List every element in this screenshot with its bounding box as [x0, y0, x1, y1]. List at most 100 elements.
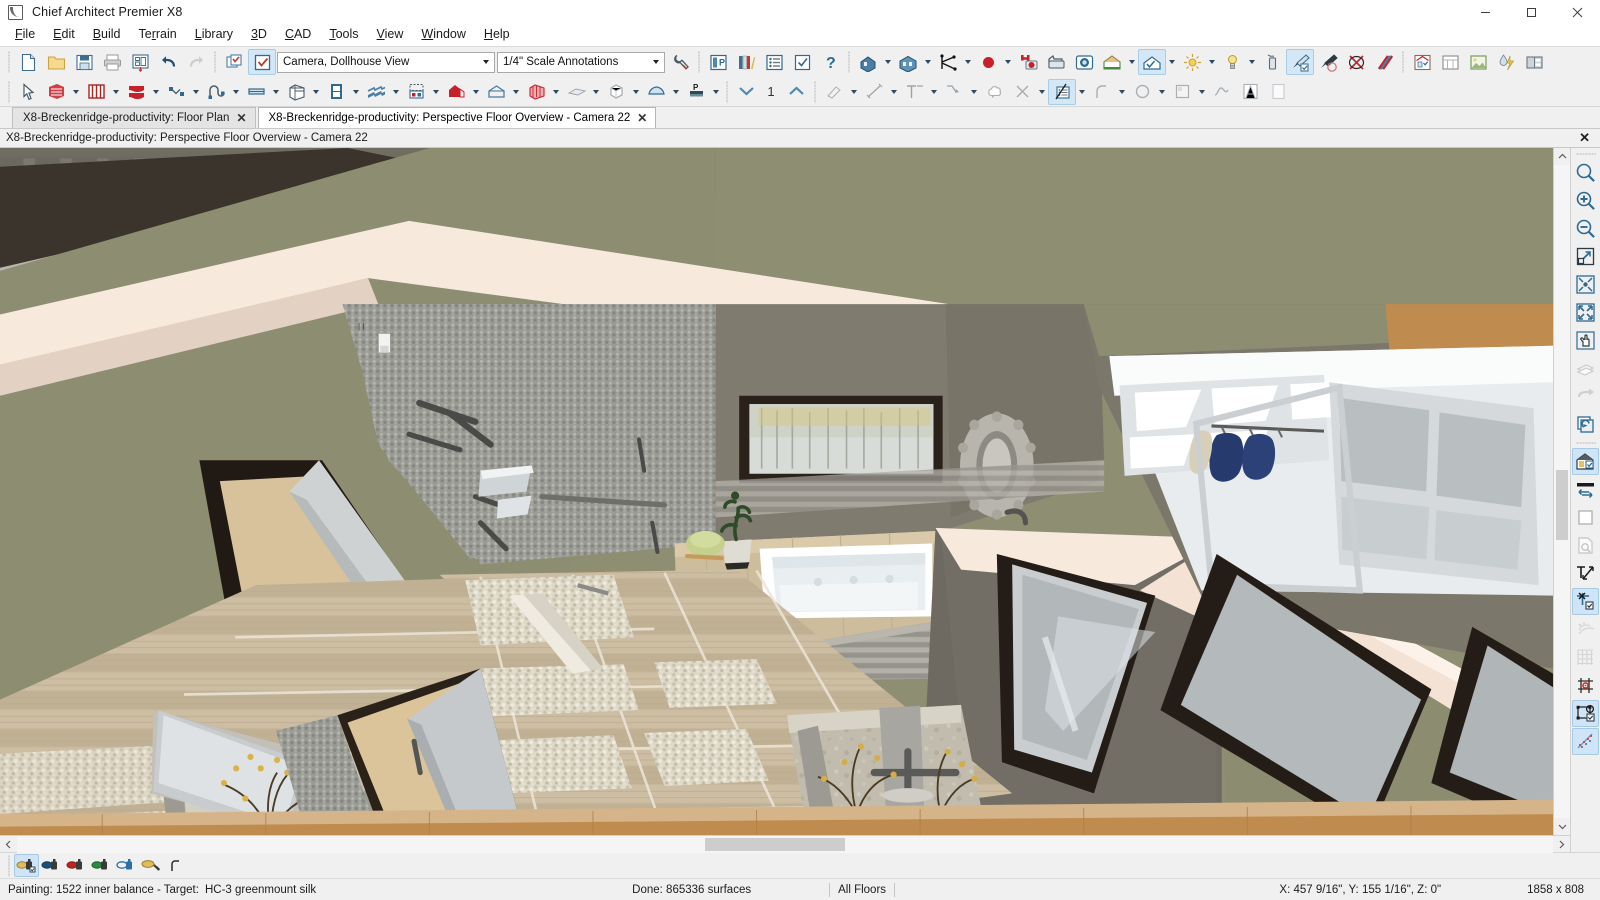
3d-viewport[interactable]: | |: [0, 148, 1553, 835]
arc-button[interactable]: [1088, 79, 1116, 105]
perspective-overview-button[interactable]: [1138, 49, 1166, 75]
reference-display-button[interactable]: [1572, 588, 1599, 615]
color-toggle-button[interactable]: [1572, 504, 1599, 531]
material-list-button[interactable]: [760, 49, 788, 75]
dimension-button[interactable]: [860, 79, 888, 105]
plot-line-button[interactable]: [164, 854, 189, 877]
reverse-plan-button[interactable]: [1572, 476, 1599, 503]
menu-tools[interactable]: Tools: [320, 24, 367, 46]
foundation-button[interactable]: [482, 79, 510, 105]
layout-button[interactable]: [1236, 79, 1264, 105]
open-plan-button[interactable]: [42, 49, 70, 75]
porch-dropdown[interactable]: [670, 79, 682, 105]
porch-button[interactable]: [642, 79, 670, 105]
material-painter-button[interactable]: [1286, 49, 1314, 75]
cad-detail-dropdown[interactable]: [1076, 79, 1088, 105]
door-tools-dropdown[interactable]: [350, 79, 362, 105]
angle-snaps-button[interactable]: [1572, 672, 1599, 699]
cabinet-tools-dropdown[interactable]: [310, 79, 322, 105]
railing-tools-dropdown[interactable]: [150, 79, 162, 105]
menu-terrain[interactable]: Terrain: [130, 24, 186, 46]
circle-button[interactable]: [1128, 79, 1156, 105]
window-panel-button[interactable]: [1520, 49, 1548, 75]
print-preview-button[interactable]: [126, 49, 154, 75]
menu-library[interactable]: Library: [186, 24, 242, 46]
full-camera-button[interactable]: [854, 49, 882, 75]
lighting-dropdown[interactable]: [1246, 49, 1258, 75]
floor-overview-dropdown[interactable]: [922, 49, 934, 75]
electrical-dropdown[interactable]: [190, 79, 202, 105]
full-camera-dropdown[interactable]: [882, 49, 894, 75]
active-layer-display-button[interactable]: [220, 49, 248, 75]
trace-reference-button[interactable]: [1572, 616, 1599, 643]
terrain-image-button[interactable]: [1464, 49, 1492, 75]
refresh-display-button[interactable]: [1572, 411, 1599, 438]
sun-angle-dropdown[interactable]: [1206, 49, 1218, 75]
scroll-left-button[interactable]: [0, 836, 17, 853]
weather-button[interactable]: [1492, 49, 1520, 75]
layout-page-button[interactable]: [1264, 79, 1292, 105]
viewport-vertical-scrollbar[interactable]: [1553, 148, 1570, 835]
project-browser-button[interactable]: P: [704, 49, 732, 75]
new-plan-button[interactable]: [14, 49, 42, 75]
backdrop-button[interactable]: [1436, 49, 1464, 75]
check-list-button[interactable]: [788, 49, 816, 75]
menu-cad[interactable]: CAD: [276, 24, 320, 46]
spray-can-button[interactable]: [1258, 49, 1286, 75]
vertical-scroll-thumb[interactable]: [1556, 470, 1568, 540]
text-scale-button[interactable]: [1572, 560, 1599, 587]
minimize-button[interactable]: [1462, 0, 1508, 24]
floor-down-button[interactable]: [732, 79, 760, 105]
record-walkthrough-button[interactable]: [974, 49, 1002, 75]
room-tools-button[interactable]: [42, 79, 70, 105]
dimension-dropdown[interactable]: [888, 79, 900, 105]
menu-help[interactable]: Help: [475, 24, 519, 46]
document-tab-floor-plan[interactable]: X8-Breckenridge-productivity: Floor Plan…: [12, 107, 256, 128]
undo-button[interactable]: [154, 49, 182, 75]
fill-window-button[interactable]: [1572, 243, 1599, 270]
display-options-button[interactable]: [1572, 448, 1599, 475]
vertical-scroll-track[interactable]: [1554, 165, 1570, 818]
help-button[interactable]: ?: [816, 49, 844, 75]
window-tools-dropdown[interactable]: [430, 79, 442, 105]
door-tools-button[interactable]: [322, 79, 350, 105]
grid-snaps-button[interactable]: [1572, 644, 1599, 671]
wall-tools-dropdown[interactable]: [110, 79, 122, 105]
zoom-out-button[interactable]: [1572, 215, 1599, 242]
dollhouse-view-button[interactable]: [1098, 49, 1126, 75]
fill-window-building-button[interactable]: [1572, 271, 1599, 298]
snap-grid-button[interactable]: [1572, 728, 1599, 755]
camera-view-combo[interactable]: Camera, Dollhouse View: [277, 51, 495, 73]
menu-3d[interactable]: 3D: [242, 24, 276, 46]
box-button[interactable]: [1168, 79, 1196, 105]
sun-angle-button[interactable]: [1178, 49, 1206, 75]
redo-zoom-button[interactable]: [1572, 383, 1599, 410]
window-tools-button[interactable]: [402, 79, 430, 105]
annotation-scale-combo[interactable]: 1/4" Scale Annotations: [497, 51, 665, 73]
room-tools-dropdown[interactable]: [70, 79, 82, 105]
slab-dropdown[interactable]: [630, 79, 642, 105]
maximize-button[interactable]: [1508, 0, 1554, 24]
object-snaps-button[interactable]: [1572, 700, 1599, 727]
stair-tools-button[interactable]: [362, 79, 390, 105]
zoom-in-button[interactable]: [1572, 187, 1599, 214]
chevron-down-icon[interactable]: [648, 53, 664, 72]
close-icon[interactable]: ✕: [1573, 130, 1596, 146]
cross-section-button[interactable]: [934, 49, 962, 75]
menu-window[interactable]: Window: [412, 24, 474, 46]
text-tools-dropdown[interactable]: [928, 79, 940, 105]
cad-x-dropdown[interactable]: [1036, 79, 1048, 105]
arc-dropdown[interactable]: [1116, 79, 1128, 105]
plumbing-button[interactable]: [202, 79, 230, 105]
save-plan-button[interactable]: [70, 49, 98, 75]
viewport-horizontal-scrollbar[interactable]: [0, 835, 1570, 853]
close-icon[interactable]: ✕: [637, 112, 647, 124]
undo-zoom-button[interactable]: [1572, 355, 1599, 382]
material-painter-mode-object-button[interactable]: [39, 854, 64, 877]
scroll-up-button[interactable]: [1554, 148, 1570, 165]
document-tab-perspective-overview[interactable]: X8-Breckenridge-productivity: Perspectiv…: [257, 107, 657, 128]
beam-dropdown[interactable]: [270, 79, 282, 105]
menu-edit[interactable]: Edit: [44, 24, 84, 46]
cross-section-dropdown[interactable]: [962, 49, 974, 75]
wall-elevation-button[interactable]: [1408, 49, 1436, 75]
